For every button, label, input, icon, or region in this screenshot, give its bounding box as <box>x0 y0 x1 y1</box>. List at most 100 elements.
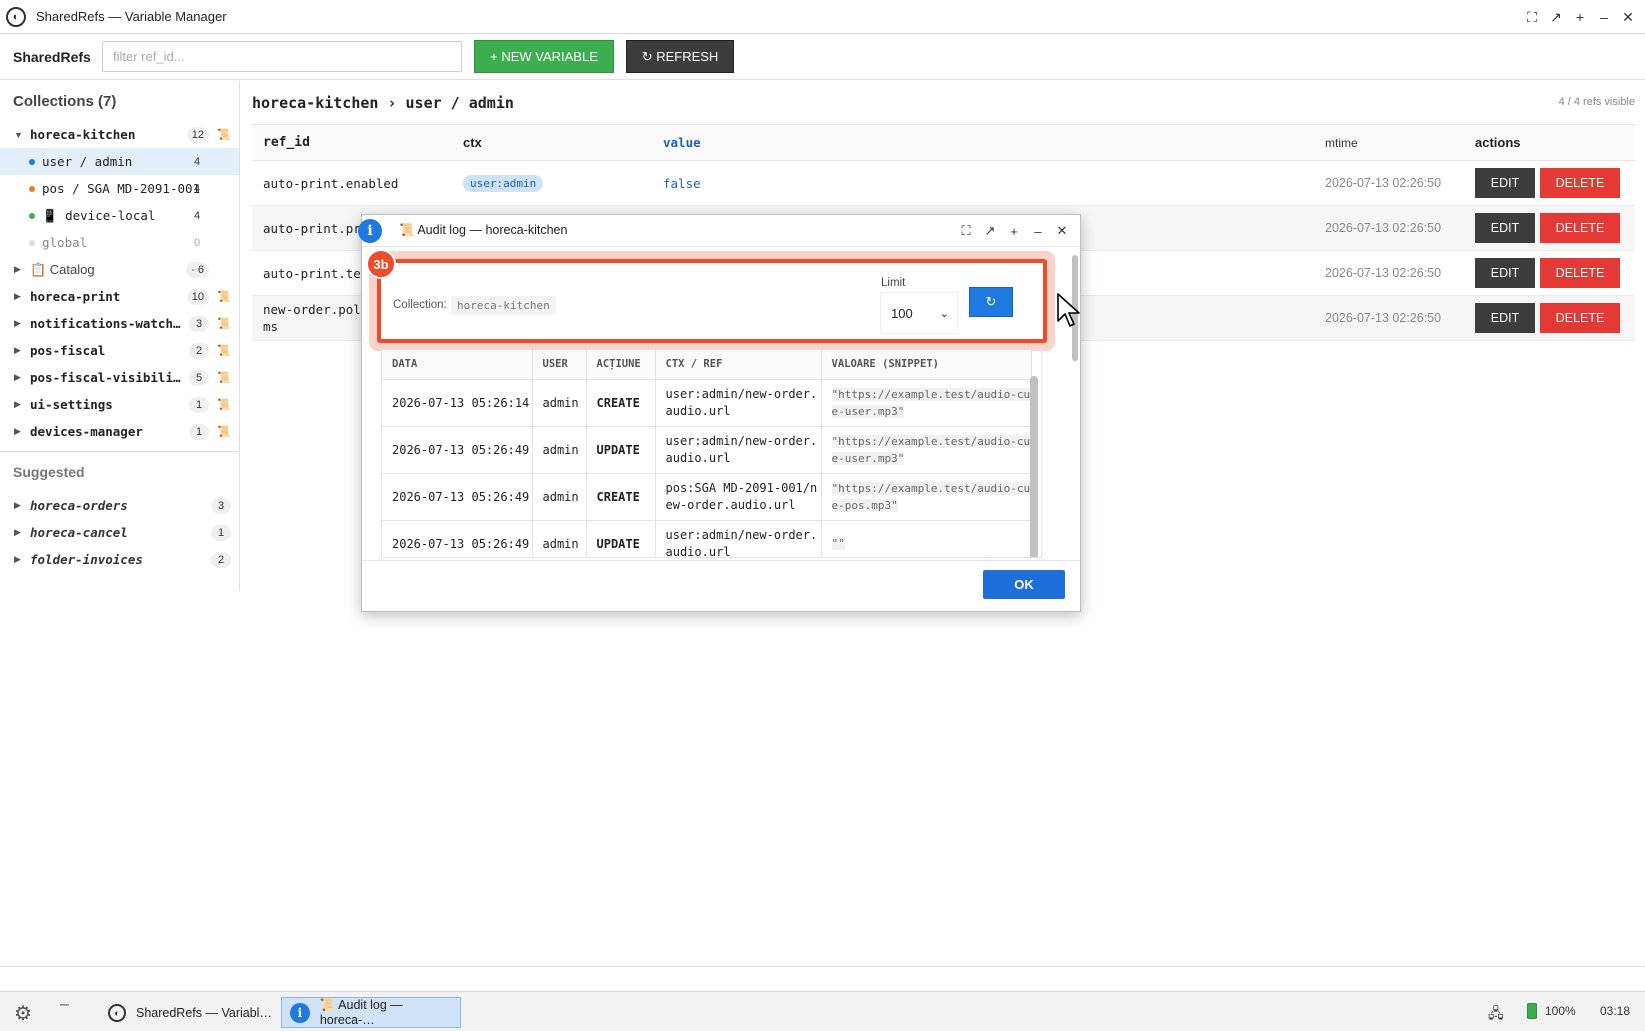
context-device-local[interactable]: 📱 device-local 4 <box>0 202 239 229</box>
close-icon[interactable]: ✕ <box>1050 221 1074 241</box>
delete-button[interactable]: DELETE <box>1540 258 1620 288</box>
table-row[interactable]: auto-print.enabled user:admin false 2026… <box>252 160 1635 206</box>
collapsed-arrow-icon: ▶ <box>14 291 21 301</box>
reload-button[interactable]: ↻ <box>969 287 1013 317</box>
scrollbar-thumb[interactable] <box>1030 376 1038 557</box>
col-value[interactable]: value <box>652 124 1314 161</box>
fullscreen-icon[interactable]: ⛶ <box>954 221 978 241</box>
catalog-label: 📋 Catalog <box>30 261 95 277</box>
collection-label: Collection: <box>393 299 447 311</box>
taskbar-item-main[interactable]: ◐ SharedRefs — Variabl… <box>100 997 275 1028</box>
brand-label: SharedRefs <box>13 48 91 65</box>
settings-gear-icon[interactable]: ⚙ <box>14 1001 32 1026</box>
collection-name: horeca-print <box>30 289 121 304</box>
suggested-item[interactable]: ▶ horeca-orders 3 <box>0 492 239 519</box>
context-label: 📱 device-local <box>42 207 156 223</box>
collection-name: ui-settings <box>30 397 113 412</box>
audit-log-icon[interactable]: 📜 <box>217 425 231 438</box>
ctx-cell: user:admin <box>452 160 652 206</box>
col-ref-id[interactable]: ref_id <box>252 124 452 161</box>
edit-button[interactable]: EDIT <box>1475 303 1535 333</box>
fullscreen-icon[interactable]: ⛶ <box>1520 7 1544 27</box>
collapsed-arrow-icon: ▶ <box>14 399 21 409</box>
filter-input[interactable] <box>102 41 462 72</box>
audit-log-icon[interactable]: 📜 <box>217 398 231 411</box>
audit-log-icon[interactable]: 📜 <box>217 317 231 330</box>
context-label: global <box>42 235 88 250</box>
catalog-item[interactable]: ▶ 📋 Catalog · 6 <box>0 256 239 283</box>
mtime-cell: 2026-07-13 02:26:50 <box>1314 205 1464 251</box>
close-icon[interactable]: ✕ <box>1616 7 1640 27</box>
dialog-scrollbar[interactable] <box>1072 247 1078 537</box>
collection-item[interactable]: ▶ horeca-print 10 📜 <box>0 283 239 310</box>
expanded-arrow-icon: ▼ <box>14 129 23 140</box>
collection-item[interactable]: ▶ devices-manager 1 📜 <box>0 418 239 445</box>
status-divider <box>0 966 1645 967</box>
collection-item[interactable]: ▶ pos-fiscal 2 📜 <box>0 337 239 364</box>
col-ctx[interactable]: ctx <box>452 124 652 161</box>
audit-log-dialog: i 📜 Audit log — horeca-kitchen ⛶ ↗ + – ✕… <box>358 214 1081 612</box>
context-pos[interactable]: pos / SGA MD-2091-001 4 <box>0 175 239 202</box>
audit-user: admin <box>532 426 587 474</box>
audit-table: DATA USER ACȚIUNE CTX / REF VALOARE (SNI… <box>382 350 1032 557</box>
edit-button[interactable]: EDIT <box>1475 168 1535 198</box>
mtime-cell: 2026-07-13 02:26:50 <box>1314 160 1464 206</box>
audit-table-container[interactable]: DATA USER ACȚIUNE CTX / REF VALOARE (SNI… <box>381 349 1042 558</box>
ok-button[interactable]: OK <box>983 570 1065 599</box>
context-user-admin[interactable]: user / admin 4 <box>0 148 239 175</box>
mtime-cell: 2026-07-13 02:26:50 <box>1314 295 1464 341</box>
taskbar-item-audit[interactable]: i 📜 Audit log — horeca-… <box>281 997 461 1028</box>
collection-count: 1 <box>189 396 209 413</box>
audit-scrollbar[interactable] <box>1030 370 1038 557</box>
collection-count: 2 <box>189 342 209 359</box>
collection-item[interactable]: ▶ pos-fiscal-visibili… 5 📜 <box>0 364 239 391</box>
mouse-cursor-icon <box>1057 293 1080 327</box>
dialog-footer-divider <box>362 560 1080 561</box>
maximize-icon[interactable]: + <box>1568 7 1592 27</box>
suggested-item[interactable]: ▶ folder-invoices 2 <box>0 546 239 573</box>
show-desktop-icon[interactable]: – <box>60 996 69 1014</box>
dialog-titlebar[interactable]: i 📜 Audit log — horeca-kitchen ⛶ ↗ + – ✕ <box>358 215 1080 247</box>
collection-item[interactable]: ▶ notifications-watch… 3 📜 <box>0 310 239 337</box>
task-label: SharedRefs — Variabl… <box>136 1005 272 1020</box>
col-mtime[interactable]: mtime <box>1314 124 1464 161</box>
edit-button[interactable]: EDIT <box>1475 213 1535 243</box>
context-global[interactable]: global 0 <box>0 229 239 256</box>
context-count: 0 <box>193 236 201 249</box>
ctx-chip: user:admin <box>463 174 544 192</box>
minimize-icon[interactable]: – <box>1026 221 1050 241</box>
window-title: SharedRefs — Variable Manager <box>36 9 227 24</box>
limit-select[interactable]: 100 ⌄ <box>880 292 958 334</box>
audit-log-icon[interactable]: 📜 <box>217 344 231 357</box>
collection-horeca-kitchen[interactable]: ▼ horeca-kitchen 12 📜 <box>0 121 239 148</box>
minimize-icon[interactable]: – <box>1592 7 1616 27</box>
context-dot-icon <box>29 239 35 246</box>
audit-log-icon[interactable]: 📜 <box>217 290 231 303</box>
popout-icon[interactable]: ↗ <box>978 221 1002 241</box>
delete-button[interactable]: DELETE <box>1540 168 1620 198</box>
limit-value: 100 <box>891 305 913 321</box>
collection-name: devices-manager <box>30 424 143 439</box>
new-variable-button[interactable]: + NEW VARIABLE <box>474 40 614 73</box>
suggested-item[interactable]: ▶ horeca-cancel 1 <box>0 519 239 546</box>
audit-snippet-cell: "https://example.test/audio-cue-pos.mp3" <box>821 473 1032 521</box>
popout-icon[interactable]: ↗ <box>1544 7 1568 27</box>
maximize-icon[interactable]: + <box>1002 221 1026 241</box>
suggested-name: folder-invoices <box>30 552 143 567</box>
delete-button[interactable]: DELETE <box>1540 303 1620 333</box>
clock[interactable]: 03:18 <box>1600 1004 1630 1018</box>
audit-log-icon[interactable]: 📜 <box>217 128 231 141</box>
context-count: 4 <box>193 182 201 195</box>
battery-icon[interactable] <box>1527 1003 1537 1019</box>
collection-item[interactable]: ▶ ui-settings 1 📜 <box>0 391 239 418</box>
network-icon[interactable]: 🖧 <box>1488 1003 1504 1027</box>
collapsed-arrow-icon: ▶ <box>14 426 21 436</box>
edit-button[interactable]: EDIT <box>1475 258 1535 288</box>
breadcrumb: horeca-kitchen › user / admin <box>252 94 514 112</box>
collection-name: pos-fiscal-visibili… <box>30 370 181 385</box>
audit-snippet: "https://example.test/audio-cue-pos.mp3" <box>831 481 1031 512</box>
refresh-button[interactable]: ↻ REFRESH <box>626 40 734 73</box>
audit-log-icon[interactable]: 📜 <box>217 371 231 384</box>
suggested-count: 2 <box>211 551 231 568</box>
delete-button[interactable]: DELETE <box>1540 213 1620 243</box>
